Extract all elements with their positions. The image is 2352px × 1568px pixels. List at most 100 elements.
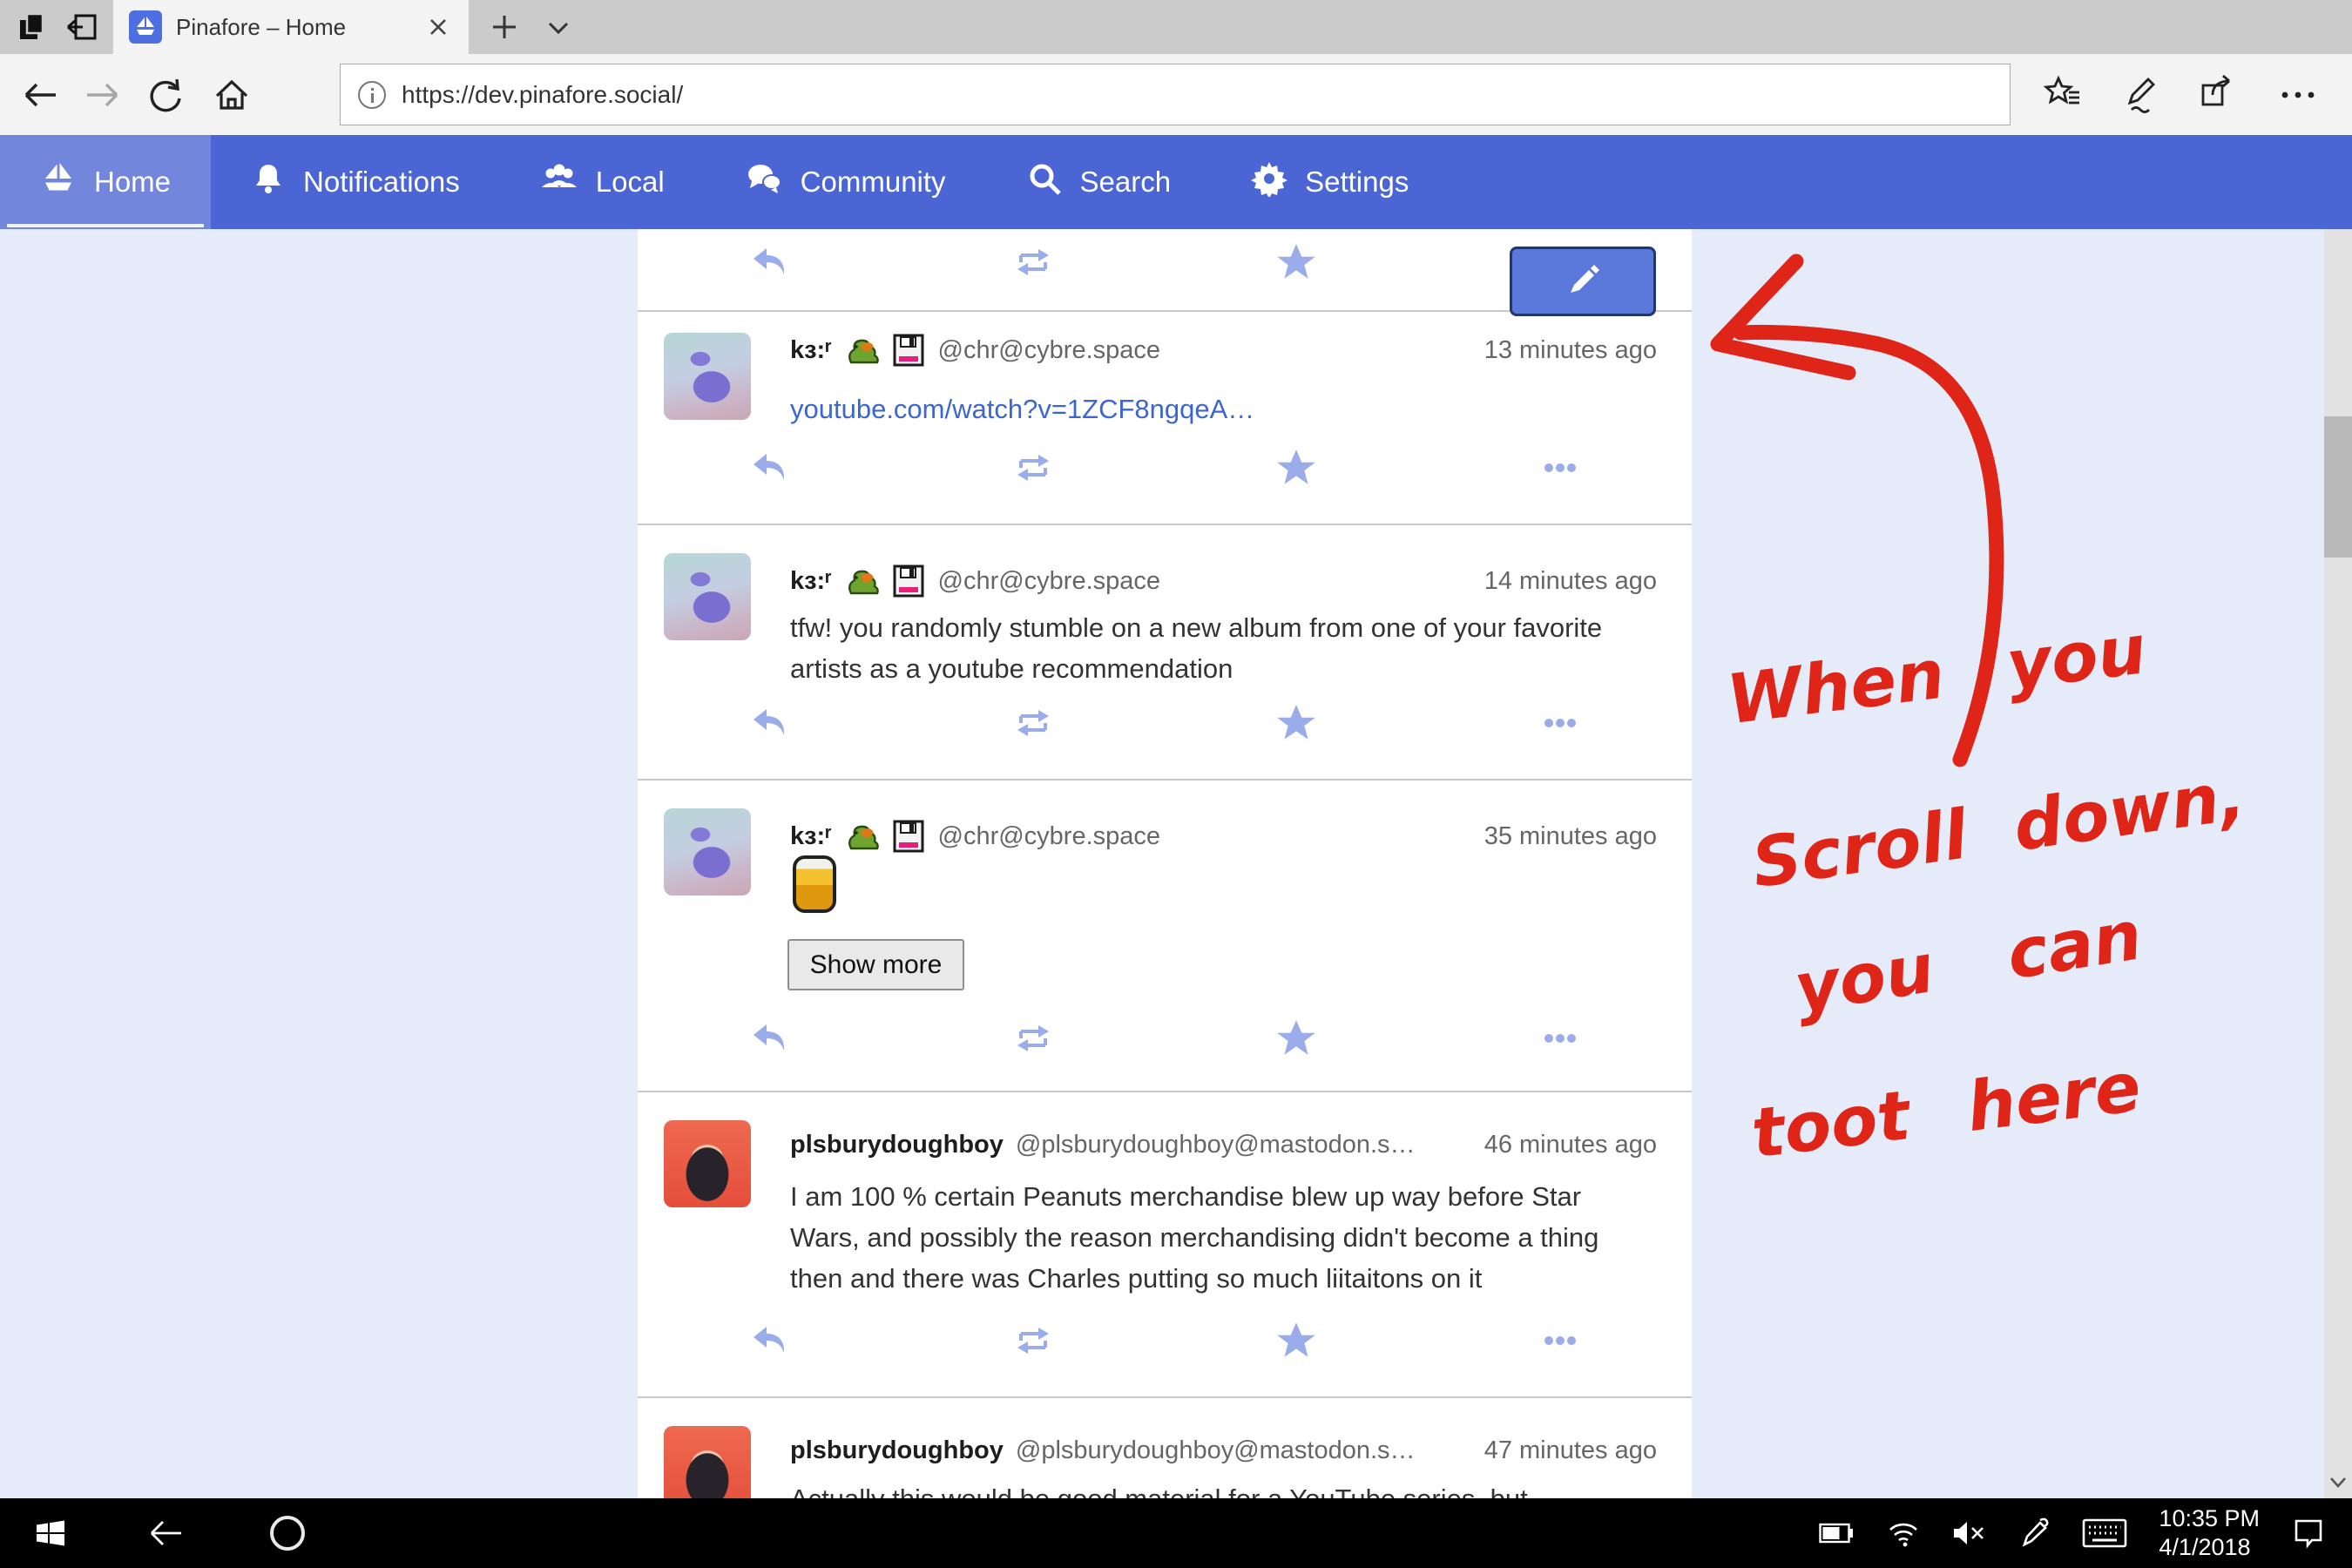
timestamp[interactable]: 47 minutes ago — [1467, 1436, 1657, 1465]
cortana-button[interactable] — [253, 1498, 322, 1568]
avatar[interactable] — [664, 333, 751, 420]
more-dots-icon[interactable] — [1429, 1017, 1693, 1059]
dragon-emoji — [844, 564, 879, 598]
clock-date: 4/1/2018 — [2159, 1533, 2260, 1562]
toot-content: Actually this would be good material for… — [790, 1478, 1657, 1498]
nav-label: Local — [596, 166, 665, 199]
reply-icon[interactable] — [638, 447, 902, 489]
home-timeline: kз:ʳ @chr@cybre.space 13 minutes ago you… — [638, 229, 1692, 1498]
toot-link[interactable]: youtube.com/watch?v=1ZCF8ngqeA… — [790, 394, 1254, 424]
scrollbar-thumb[interactable] — [2324, 416, 2352, 558]
nav-label: Community — [801, 166, 946, 199]
boost-icon[interactable] — [902, 447, 1166, 489]
favorite-star-icon[interactable] — [1165, 1320, 1429, 1362]
more-dots-icon[interactable] — [1429, 702, 1693, 744]
toot-actions — [638, 1320, 1692, 1362]
nav-label: Notifications — [303, 166, 460, 199]
browser-tab[interactable]: Pinafore – Home — [113, 0, 469, 54]
touch-keyboard-icon[interactable] — [2082, 1517, 2127, 1550]
clock[interactable]: 10:35 PM 4/1/2018 — [2159, 1504, 2260, 1562]
nav-label: Search — [1080, 166, 1172, 199]
display-name[interactable]: kз:ʳ — [790, 822, 832, 851]
timestamp[interactable]: 13 minutes ago — [1467, 336, 1657, 365]
timestamp[interactable]: 14 minutes ago — [1467, 567, 1657, 596]
favorite-star-icon[interactable] — [1165, 447, 1429, 489]
close-tab-icon[interactable] — [423, 12, 453, 42]
toot-content: youtube.com/watch?v=1ZCF8ngqeA… — [790, 389, 1657, 429]
favorite-star-icon[interactable] — [1165, 702, 1429, 744]
home-icon[interactable] — [209, 72, 254, 118]
wifi-icon[interactable] — [1887, 1518, 1920, 1548]
browser-command-bar: https://dev.pinafore.social/ — [0, 54, 2352, 135]
avatar[interactable] — [664, 553, 751, 640]
boost-icon[interactable] — [902, 1017, 1166, 1059]
windows-ink-pen-icon[interactable] — [2017, 1517, 2051, 1550]
timestamp[interactable]: 46 minutes ago — [1467, 1131, 1657, 1159]
nav-tab-search[interactable]: Search — [986, 135, 1212, 229]
settings-more-icon[interactable] — [2275, 72, 2321, 118]
display-name[interactable]: kз:ʳ — [790, 567, 832, 596]
tabs-set-aside-list-icon[interactable] — [57, 0, 108, 54]
reply-icon[interactable] — [638, 241, 902, 283]
amber-drink-emoji — [793, 855, 836, 913]
volume-muted-icon[interactable] — [1951, 1518, 1986, 1548]
toot: kз:ʳ @chr@cybre.space 14 minutes ago tfw… — [638, 525, 1692, 781]
address-bar[interactable]: https://dev.pinafore.social/ — [340, 64, 2011, 125]
site-info-icon[interactable] — [358, 81, 386, 109]
avatar[interactable] — [664, 808, 751, 896]
more-dots-icon[interactable] — [1429, 447, 1693, 489]
toot-content: tfw! you randomly stumble on a new album… — [790, 607, 1657, 689]
reply-icon[interactable] — [638, 702, 902, 744]
avatar[interactable] — [664, 1120, 751, 1207]
cortana-circle-icon — [270, 1516, 305, 1551]
account-handle[interactable]: @plsburydoughboy@mastodon.s… — [1016, 1436, 1416, 1465]
nav-label: Settings — [1305, 166, 1409, 199]
avatar[interactable] — [664, 1426, 751, 1498]
new-tab-icon[interactable] — [484, 7, 524, 47]
favorite-star-icon[interactable] — [1165, 1017, 1429, 1059]
nav-tab-community[interactable]: Community — [705, 135, 986, 229]
start-button[interactable] — [16, 1498, 85, 1568]
scrollbar-down-icon[interactable] — [2324, 1472, 2352, 1493]
screen: { "browser": { "tab_title": "Pinafore – … — [0, 0, 2352, 1568]
forward-icon[interactable] — [80, 72, 125, 118]
display-name[interactable]: plsburydoughboy — [790, 1131, 1004, 1159]
nav-tab-settings[interactable]: Settings — [1211, 135, 1449, 229]
url-text[interactable]: https://dev.pinafore.social/ — [402, 81, 683, 109]
nav-tab-home[interactable]: Home — [0, 135, 211, 229]
favorite-star-icon[interactable] — [1165, 241, 1429, 283]
more-dots-icon[interactable] — [1429, 1320, 1693, 1362]
show-more-button[interactable]: Show more — [787, 939, 964, 990]
compose-toot-button[interactable] — [1510, 247, 1656, 316]
toot-header: kз:ʳ @chr@cybre.space 14 minutes ago — [790, 564, 1657, 598]
favorites-hub-icon[interactable] — [2040, 72, 2085, 118]
nav-label: Home — [94, 166, 171, 199]
back-icon[interactable] — [17, 72, 63, 118]
account-handle[interactable]: @chr@cybre.space — [938, 567, 1161, 596]
toot-header: kз:ʳ @chr@cybre.space 13 minutes ago — [790, 333, 1657, 368]
tab-dropdown-icon[interactable] — [538, 7, 578, 47]
timestamp[interactable]: 35 minutes ago — [1467, 822, 1657, 851]
action-center-icon[interactable] — [2291, 1516, 2326, 1551]
battery-icon[interactable] — [1819, 1522, 1855, 1544]
share-icon[interactable] — [2197, 72, 2242, 118]
scrollbar[interactable] — [2324, 229, 2352, 1498]
web-note-pen-icon[interactable] — [2119, 72, 2164, 118]
toot: plsburydoughboy @plsburydoughboy@mastodo… — [638, 1092, 1692, 1398]
reply-icon[interactable] — [638, 1320, 902, 1362]
boost-icon[interactable] — [902, 702, 1166, 744]
account-handle[interactable]: @chr@cybre.space — [938, 822, 1161, 851]
nav-tab-local[interactable]: Local — [500, 135, 705, 229]
boost-icon[interactable] — [902, 1320, 1166, 1362]
reply-icon[interactable] — [638, 1017, 902, 1059]
taskbar-back-button[interactable] — [131, 1498, 200, 1568]
account-handle[interactable]: @plsburydoughboy@mastodon.s… — [1016, 1131, 1416, 1159]
search-icon — [1026, 160, 1063, 204]
refresh-icon[interactable] — [143, 72, 188, 118]
account-handle[interactable]: @chr@cybre.space — [938, 336, 1161, 365]
display-name[interactable]: kз:ʳ — [790, 336, 832, 365]
display-name[interactable]: plsburydoughboy — [790, 1436, 1004, 1465]
boost-icon[interactable] — [902, 241, 1166, 283]
set-tabs-aside-icon[interactable] — [7, 0, 57, 54]
nav-tab-notifications[interactable]: Notifications — [211, 135, 500, 229]
